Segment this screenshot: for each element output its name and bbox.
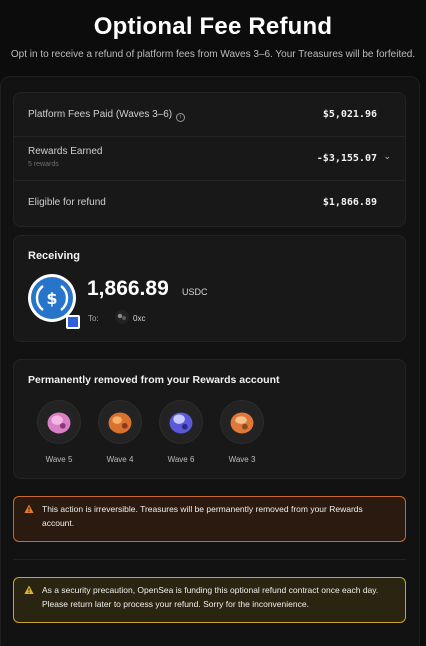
treasure-purple-icon [159, 400, 203, 444]
wave-label: Wave 4 [106, 455, 134, 464]
treasure-wave-4: Wave 4 [98, 400, 142, 464]
treasure-wave-5: Wave 5 [37, 400, 81, 464]
warning-triangle-icon [24, 504, 34, 513]
receiving-amount: 1,866.89 [87, 277, 169, 300]
rewards-earned-row[interactable]: Rewards Earned 5 rewards -$3,155.07 ⌄ [14, 137, 405, 181]
refund-panel: Platform Fees Paid (Waves 3–6) i $5,021.9… [0, 76, 420, 646]
treasure-orange-icon [98, 400, 142, 444]
rewards-earned-label: Rewards Earned [28, 146, 103, 157]
receiving-card: Receiving $ 1,866.89 USDC To: 0xc [13, 235, 406, 342]
wave-label: Wave 5 [45, 455, 73, 464]
rewards-earned-value: -$3,155.07 [316, 153, 377, 164]
platform-fees-value: $5,021.96 [322, 109, 377, 120]
wallet-avatar-icon [115, 310, 129, 324]
treasure-pink-icon [37, 400, 81, 444]
to-label: To: [88, 314, 99, 323]
receiving-label: Receiving [28, 250, 80, 262]
irreversible-warning-text: This action is irreversible. Treasures w… [42, 504, 363, 528]
platform-fees-label: Platform Fees Paid (Waves 3–6) [28, 109, 173, 120]
section-divider [13, 559, 406, 560]
network-badge-icon [66, 315, 80, 329]
receiving-currency: USDC [182, 287, 208, 297]
wallet-address: 0xc [133, 314, 146, 323]
eligible-row: Eligible for refund $1,866.89 [14, 181, 405, 225]
treasures-label: Permanently removed from your Rewards ac… [28, 374, 280, 386]
chevron-down-icon[interactable]: ⌄ [383, 151, 391, 162]
irreversible-warning: This action is irreversible. Treasures w… [13, 496, 406, 542]
page-title: Optional Fee Refund [93, 13, 333, 40]
eligible-value: $1,866.89 [322, 197, 377, 208]
treasure-wave-3: Wave 3 [220, 400, 264, 464]
wave-label: Wave 6 [167, 455, 195, 464]
page-subtitle: Opt in to receive a refund of platform f… [10, 49, 416, 60]
wave-label: Wave 3 [228, 455, 256, 464]
platform-fees-row: Platform Fees Paid (Waves 3–6) i $5,021.9… [14, 93, 405, 137]
warning-triangle-icon [24, 585, 34, 594]
eligible-label: Eligible for refund [28, 197, 106, 208]
info-icon[interactable]: i [176, 113, 186, 122]
security-warning-text: As a security precaution, OpenSea is fun… [42, 585, 379, 609]
treasure-amber-icon [220, 400, 264, 444]
rewards-count: 5 rewards [28, 161, 59, 168]
treasure-wave-6: Wave 6 [159, 400, 203, 464]
treasures-card: Permanently removed from your Rewards ac… [13, 359, 406, 479]
svg-text:$: $ [46, 289, 57, 308]
fees-summary-card: Platform Fees Paid (Waves 3–6) i $5,021.9… [13, 92, 406, 227]
security-warning: As a security precaution, OpenSea is fun… [13, 577, 406, 623]
